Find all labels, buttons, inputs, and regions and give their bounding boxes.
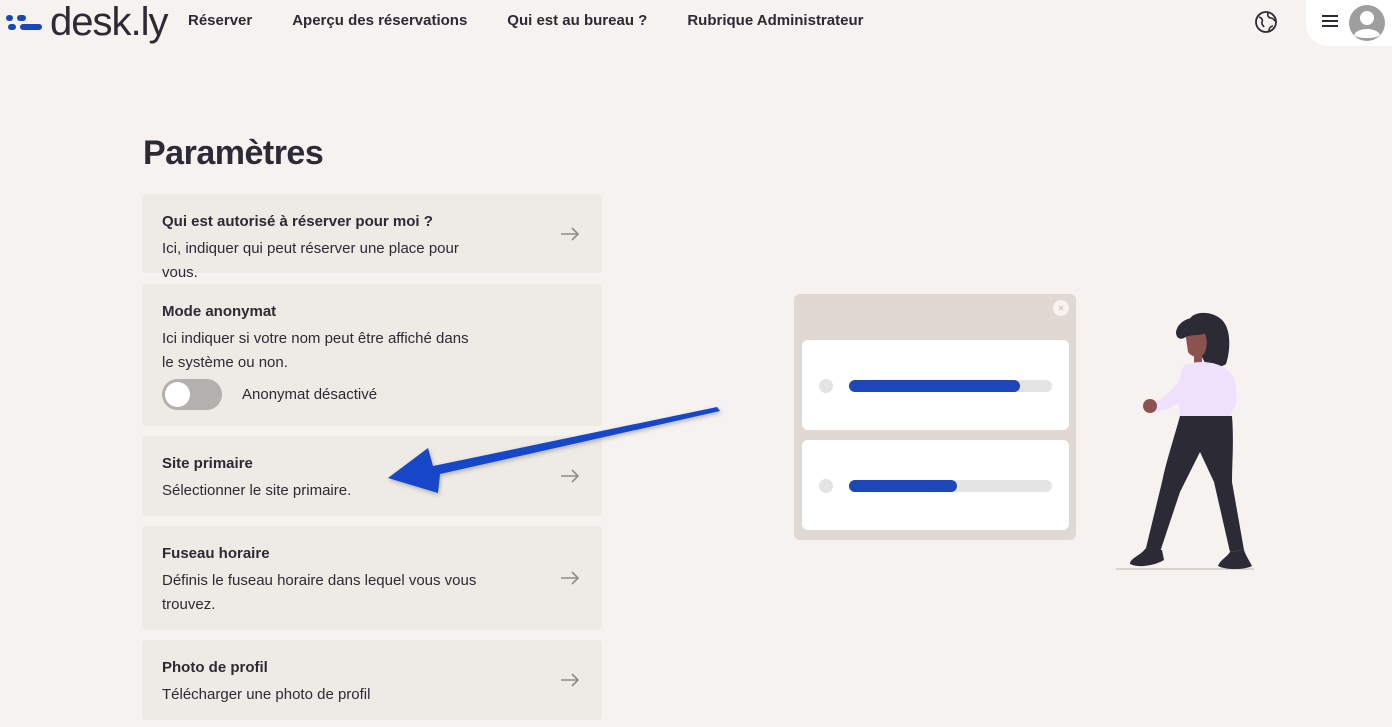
illustration-progress-fill [849, 480, 957, 492]
page-title: Paramètres [143, 134, 324, 172]
card-title: Qui est autorisé à réserver pour moi ? [162, 213, 433, 230]
arrow-right-icon[interactable] [560, 227, 580, 241]
walking-woman-illustration [1116, 312, 1254, 570]
main-nav: Réserver Aperçu des réservations Qui est… [188, 12, 903, 29]
settings-card-reservation-delegates[interactable]: Qui est autorisé à réserver pour moi ? I… [142, 194, 602, 281]
top-navigation-bar: desk.ly Réserver Aperçu des réservations… [0, 0, 1392, 46]
desk-ly-logo-mark [6, 12, 44, 32]
card-description: Sélectionner le site primaire. [162, 482, 352, 499]
card-description: Télécharger une photo de profil [162, 686, 371, 703]
illustration-row [802, 340, 1069, 430]
nav-link-apercu-reservations[interactable]: Aperçu des réservations [292, 12, 467, 29]
nav-link-qui-est-au-bureau[interactable]: Qui est au bureau ? [507, 12, 647, 29]
card-description: Définis le fuseau horaire dans lequel vo… [162, 572, 477, 613]
user-menu-button[interactable] [1306, 0, 1392, 46]
card-title: Site primaire [162, 455, 253, 472]
settings-card-anonymous-mode: Mode anonymat Ici indiquer si votre nom … [142, 284, 602, 426]
illustration-progress-track [849, 480, 1052, 492]
illustration-row [802, 440, 1069, 530]
nav-link-reserver[interactable]: Réserver [188, 12, 252, 29]
card-title: Mode anonymat [162, 303, 277, 320]
settings-card-time-zone[interactable]: Fuseau horaire Définis le fuseau horaire… [142, 526, 602, 630]
user-avatar-icon[interactable] [1348, 4, 1386, 42]
nav-link-rubrique-administrateur[interactable]: Rubrique Administrateur [687, 12, 863, 29]
card-description: Ici, indiquer qui peut réserver une plac… [162, 240, 459, 281]
toggle-knob [165, 382, 190, 407]
arrow-right-icon[interactable] [560, 673, 580, 687]
card-description: Ici indiquer si votre nom peut être affi… [162, 330, 469, 371]
desk-ly-logo[interactable]: desk.ly [6, 0, 168, 44]
illustration-panel: × [794, 294, 1076, 540]
toggle-label: Anonymat désactivé [242, 386, 378, 403]
anonymous-mode-toggle[interactable] [162, 379, 222, 410]
logo-text: desk.ly [50, 0, 168, 44]
illustration-dot [819, 379, 833, 393]
illustration-progress-fill [849, 380, 1020, 392]
close-icon: × [1053, 300, 1069, 316]
arrow-right-icon[interactable] [560, 571, 580, 585]
illustration-dot [819, 479, 833, 493]
card-title: Fuseau horaire [162, 545, 270, 562]
illustration-progress-track [849, 380, 1052, 392]
globe-icon[interactable] [1254, 10, 1278, 34]
hamburger-menu-icon[interactable] [1322, 15, 1338, 29]
card-title: Photo de profil [162, 659, 268, 676]
settings-card-profile-photo[interactable]: Photo de profil Télécharger une photo de… [142, 640, 602, 720]
settings-card-primary-site[interactable]: Site primaire Sélectionner le site prima… [142, 436, 602, 516]
arrow-right-icon[interactable] [560, 469, 580, 483]
